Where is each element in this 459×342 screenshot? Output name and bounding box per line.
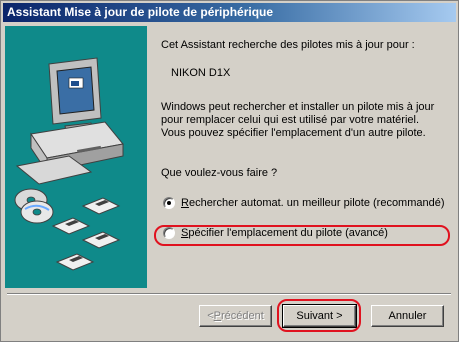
- wizard-banner: [5, 26, 147, 288]
- banner-illustration: [14, 57, 124, 271]
- window-title: Assistant Mise à jour de pilote de périp…: [7, 5, 274, 19]
- floppy-disk-icon: [51, 197, 121, 271]
- option-search-auto[interactable]: Rechercher automat. un meilleur pilote (…: [163, 195, 445, 211]
- highlight-recommended-option: [154, 225, 450, 246]
- radio-search-auto[interactable]: [163, 197, 175, 209]
- intro-text: Cet Assistant recherche des pilotes mis …: [161, 39, 415, 51]
- option-search-auto-label: Rechercher automat. un meilleur pilote (…: [181, 196, 445, 209]
- back-button[interactable]: < Précédent: [199, 305, 272, 327]
- description-text: Windows peut rechercher et installer un …: [161, 101, 435, 139]
- title-bar[interactable]: Assistant Mise à jour de pilote de périp…: [3, 3, 456, 22]
- computer-icon: [15, 57, 124, 185]
- highlight-next-button: [277, 299, 361, 332]
- question-text: Que voulez-vous faire ?: [161, 167, 278, 179]
- cancel-button[interactable]: Annuler: [371, 305, 444, 327]
- device-name: NIKON D1X: [171, 67, 231, 79]
- wizard-window: Assistant Mise à jour de pilote de périp…: [0, 0, 459, 342]
- cd-disc-icon: [14, 188, 54, 224]
- separator-line: [7, 293, 451, 295]
